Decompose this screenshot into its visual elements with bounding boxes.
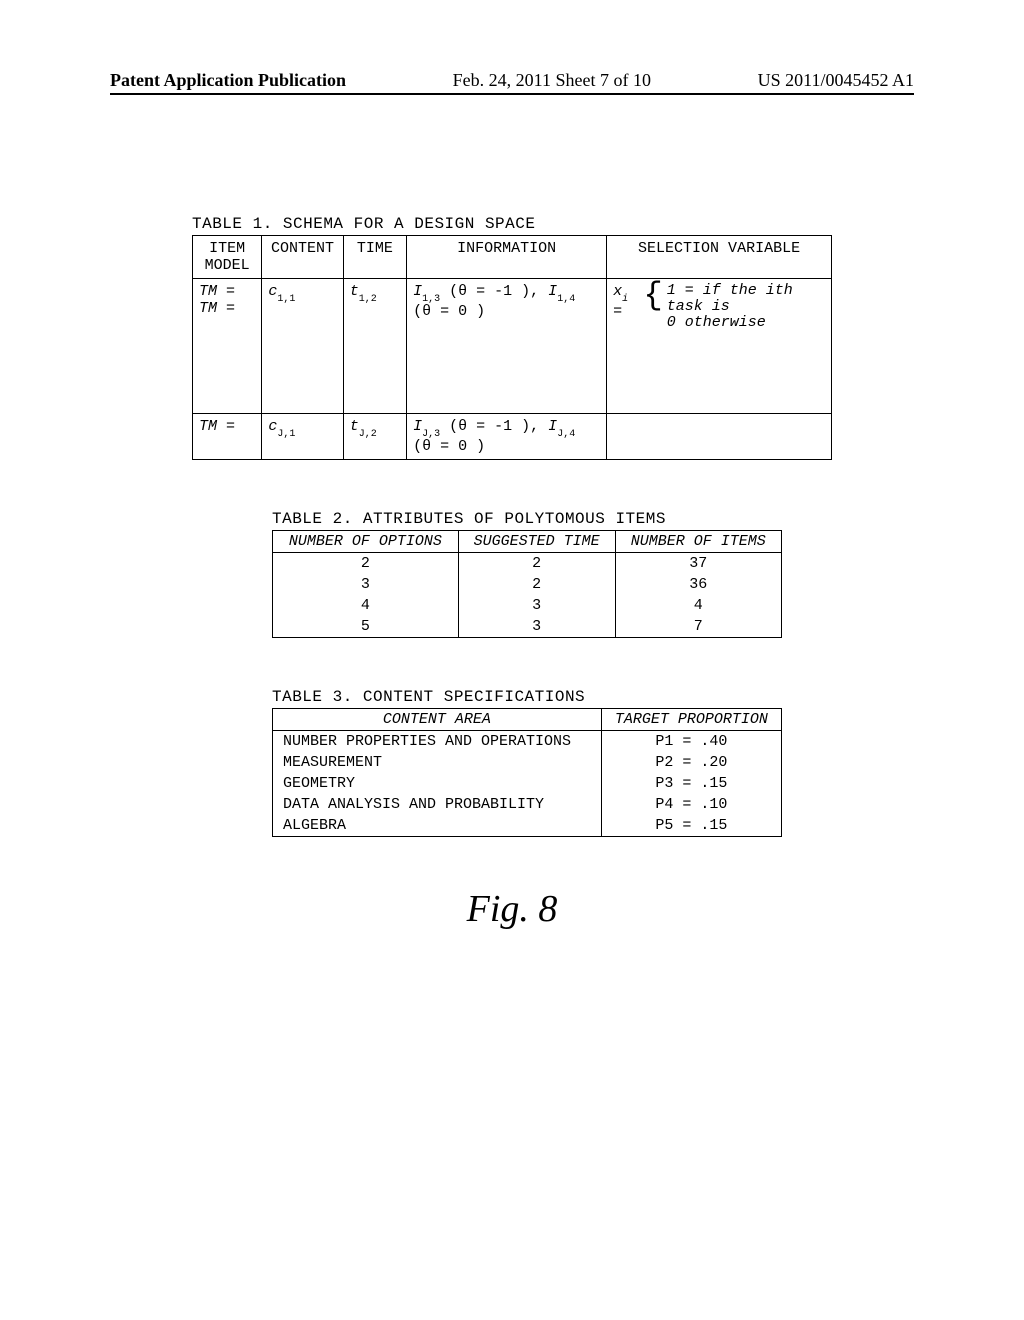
table3-caption: TABLE 3. CONTENT SPECIFICATIONS xyxy=(272,688,832,706)
table1-r1-sel-line1: 1 = if the ith task is xyxy=(667,283,825,315)
table2-cell: 3 xyxy=(458,595,615,616)
table2-row: 5 3 7 xyxy=(273,616,782,638)
table2-cell: 37 xyxy=(615,553,781,575)
table2-cell: 2 xyxy=(458,553,615,575)
table3-row: GEOMETRY P3 = .15 xyxy=(273,773,782,794)
table1-row1: TM = TM = c1,1 t1,2 I1,3 (θ = -1 ), I1,4… xyxy=(193,279,832,414)
table2-cell: 2 xyxy=(458,574,615,595)
table1-row2: TM = cJ,1 tJ,2 IJ,3 (θ = -1 ), IJ,4 (θ =… xyxy=(193,414,832,460)
table1-th-selection: SELECTION VARIABLE xyxy=(607,236,832,279)
table1-th-information: INFORMATION xyxy=(407,236,607,279)
table2-row: 3 2 36 xyxy=(273,574,782,595)
table2-header-row: NUMBER OF OPTIONS SUGGESTED TIME NUMBER … xyxy=(273,531,782,553)
table3-header-row: CONTENT AREA TARGET PROPORTION xyxy=(273,709,782,731)
table2-cell: 3 xyxy=(273,574,459,595)
table3-cell-prop: P2 = .20 xyxy=(601,752,781,773)
figure-content: TABLE 1. SCHEMA FOR A DESIGN SPACE ITEM … xyxy=(192,215,832,931)
table3-cell-area: ALGEBRA xyxy=(273,815,602,837)
page-root: Patent Application Publication Feb. 24, … xyxy=(0,0,1024,1320)
table2-cell: 2 xyxy=(273,553,459,575)
table2-cell: 4 xyxy=(273,595,459,616)
table1-r1-im-bot: TM = xyxy=(199,300,255,317)
table1-th-item-model: ITEM MODEL xyxy=(193,236,262,279)
table3-row: DATA ANALYSIS AND PROBABILITY P4 = .10 xyxy=(273,794,782,815)
table1-r1-sel-line2: 0 otherwise xyxy=(667,315,825,331)
table2-caption: TABLE 2. ATTRIBUTES OF POLYTOMOUS ITEMS xyxy=(272,510,832,528)
table3-cell-area: MEASUREMENT xyxy=(273,752,602,773)
header-left: Patent Application Publication xyxy=(110,70,346,91)
table1-r1-content: c1,1 xyxy=(262,279,343,414)
table1-caption: TABLE 1. SCHEMA FOR A DESIGN SPACE xyxy=(192,215,832,233)
table2-cell: 36 xyxy=(615,574,781,595)
header-mid: Feb. 24, 2011 Sheet 7 of 10 xyxy=(453,70,651,91)
table2-cell: 4 xyxy=(615,595,781,616)
table3-th-prop: TARGET PROPORTION xyxy=(601,709,781,731)
header-right: US 2011/0045452 A1 xyxy=(758,70,914,91)
table3-th-area: CONTENT AREA xyxy=(273,709,602,731)
table2-cell: 7 xyxy=(615,616,781,638)
table3-cell-area: NUMBER PROPERTIES AND OPERATIONS xyxy=(273,731,602,753)
table1-r2-item-model: TM = xyxy=(193,414,262,460)
table1: ITEM MODEL CONTENT TIME INFORMATION SELE… xyxy=(192,235,832,460)
table1-r1-info: I1,3 (θ = -1 ), I1,4 (θ = 0 ) xyxy=(407,279,607,414)
table2-row: 4 3 4 xyxy=(273,595,782,616)
table3-cell-prop: P4 = .10 xyxy=(601,794,781,815)
table3-cell-area: GEOMETRY xyxy=(273,773,602,794)
table2-th-time: SUGGESTED TIME xyxy=(458,531,615,553)
page-header: Patent Application Publication Feb. 24, … xyxy=(110,70,914,95)
table3-cell-prop: P3 = .15 xyxy=(601,773,781,794)
table1-r2-selection xyxy=(607,414,832,460)
table3-cell-prop: P1 = .40 xyxy=(601,731,781,753)
table1-r1-selection: xi = { 1 = if the ith task is 0 otherwis… xyxy=(607,279,832,414)
table1-r2-info: IJ,3 (θ = -1 ), IJ,4 (θ = 0 ) xyxy=(407,414,607,460)
brace-icon: { xyxy=(644,283,663,309)
figure-label: Fig. 8 xyxy=(192,887,832,931)
table1-r2-time: tJ,2 xyxy=(343,414,406,460)
table3-row: NUMBER PROPERTIES AND OPERATIONS P1 = .4… xyxy=(273,731,782,753)
table2-th-options: NUMBER OF OPTIONS xyxy=(273,531,459,553)
table3-cell-prop: P5 = .15 xyxy=(601,815,781,837)
table1-r1-im-top: TM = xyxy=(199,283,255,300)
table2-th-items: NUMBER OF ITEMS xyxy=(615,531,781,553)
table1-th-content: CONTENT xyxy=(262,236,343,279)
table1-r1-time: t1,2 xyxy=(343,279,406,414)
table3: CONTENT AREA TARGET PROPORTION NUMBER PR… xyxy=(272,708,782,837)
table2-cell: 5 xyxy=(273,616,459,638)
table1-r1-item-model: TM = TM = xyxy=(193,279,262,414)
table1-th-time: TIME xyxy=(343,236,406,279)
table2-row: 2 2 37 xyxy=(273,553,782,575)
table2-cell: 3 xyxy=(458,616,615,638)
table1-header-row: ITEM MODEL CONTENT TIME INFORMATION SELE… xyxy=(193,236,832,279)
table2: NUMBER OF OPTIONS SUGGESTED TIME NUMBER … xyxy=(272,530,782,638)
table3-cell-area: DATA ANALYSIS AND PROBABILITY xyxy=(273,794,602,815)
table1-r2-content: cJ,1 xyxy=(262,414,343,460)
table3-row: ALGEBRA P5 = .15 xyxy=(273,815,782,837)
table3-row: MEASUREMENT P2 = .20 xyxy=(273,752,782,773)
